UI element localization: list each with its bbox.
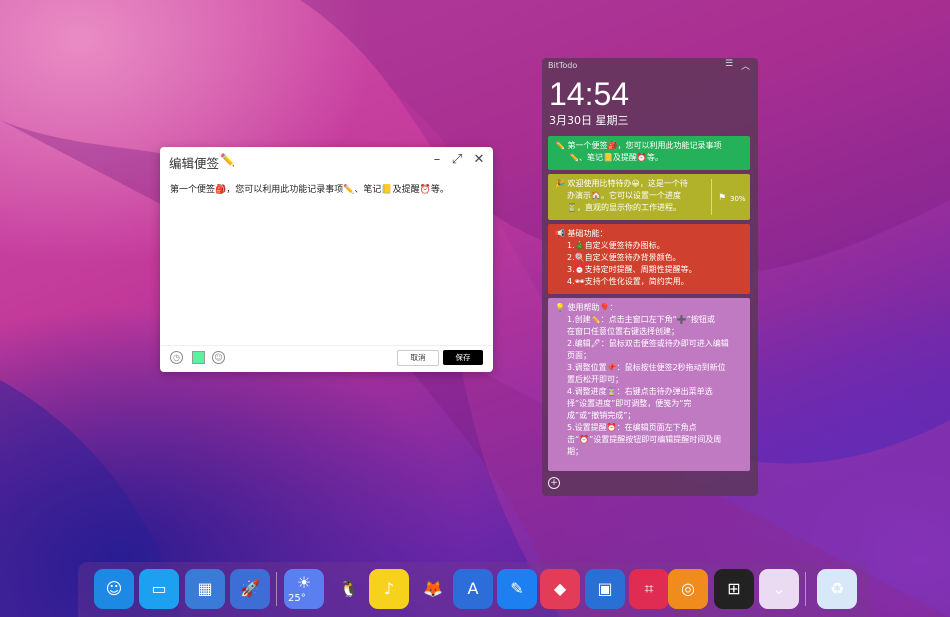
title-bar[interactable]: 编辑便签 ✏️ – ⤢ ✕: [160, 147, 493, 175]
power-icon[interactable]: ◎: [668, 569, 708, 609]
todo-card[interactable]: 💡 使用帮助🎈： 1.创建✏️：点击主窗口左下角“➕”按钮或 在窗口任意位置右键…: [548, 298, 750, 471]
appstore-icon[interactable]: A: [453, 569, 493, 609]
launchpad-icon[interactable]: ▦: [185, 569, 225, 609]
todo-card[interactable]: 📢 基础功能： 1.🎄自定义便签待办图标。 2.🍭自定义便签待办背景颜色。 3.…: [548, 224, 750, 294]
chip-icon[interactable]: ▣: [585, 569, 625, 609]
progress-indicator: ⚑ 30%: [711, 179, 750, 215]
todo-card[interactable]: 🎉 欢迎使用比特待办😀，这是一个待 办演示🏠。它可以设置一个进度 ⏳，直观的显示…: [548, 174, 750, 220]
pencil-icon: ✏️: [220, 153, 235, 167]
add-todo-button[interactable]: +: [548, 477, 560, 489]
card-text: 📢 基础功能： 1.🎄自定义便签待办图标。 2.🍭自定义便签待办背景颜色。 3.…: [555, 229, 697, 286]
firefox-icon[interactable]: 🦊: [413, 569, 453, 609]
recycle-bin-icon[interactable]: ♻: [817, 569, 857, 609]
weather-temp-label: 25°: [288, 593, 306, 604]
finder-icon[interactable]: ☺: [94, 569, 134, 609]
maximize-button[interactable]: ⤢: [449, 152, 465, 167]
weather-icon[interactable]: ☀ 25°: [284, 569, 324, 609]
rocket-icon[interactable]: 🚀: [230, 569, 270, 609]
window-title: 编辑便签: [169, 156, 220, 171]
save-button[interactable]: 保存: [443, 350, 483, 365]
dock-separator: [276, 572, 277, 606]
emoji-icon[interactable]: ☺: [212, 351, 225, 364]
download-icon[interactable]: ⌄: [759, 569, 799, 609]
collapse-icon[interactable]: ︿: [741, 59, 750, 72]
windows-icon[interactable]: ⊞: [714, 569, 754, 609]
dock: ☺ ▭ ▦ 🚀 ☀ 25° 🐧 ♪ 🦊 A ✎ ◆ ▣ ⌗ ◎ ⊞ ⌄ ♻: [78, 562, 869, 617]
cancel-button[interactable]: 取消: [397, 350, 439, 366]
clock-time: 14:54: [549, 76, 630, 112]
screenshot-icon[interactable]: ◆: [540, 569, 580, 609]
notes-pen-icon[interactable]: ✎: [497, 569, 537, 609]
bittodo-panel: BitTodo ☰ ︿ 14:54 3月30日 星期三 ✏️ 第一个便签🎒，您可…: [542, 58, 758, 496]
note-content-editor[interactable]: 第一个便签🎒，您可以利用此功能记录事项✏️、笔记📒及提醒⏰等。: [170, 184, 485, 196]
reminder-clock-icon[interactable]: ◷: [170, 351, 183, 364]
music-icon[interactable]: ♪: [369, 569, 409, 609]
clock-date: 3月30日 星期三: [549, 114, 629, 127]
card-text: 💡 使用帮助🎈： 1.创建✏️：点击主窗口左下角“➕”按钮或 在窗口任意位置右键…: [555, 303, 729, 456]
dock-separator: [805, 572, 806, 606]
card-text: ✏️ 第一个便签🎒，您可以利用此功能记录事项 ✏️、笔记📒及提醒⏰等。: [555, 141, 722, 162]
editor-footer: ◷ ☺ 取消 保存: [160, 345, 493, 370]
background-color-swatch[interactable]: [192, 351, 205, 364]
qq-icon[interactable]: 🐧: [329, 569, 369, 609]
todo-card[interactable]: ✏️ 第一个便签🎒，您可以利用此功能记录事项 ✏️、笔记📒及提醒⏰等。: [548, 136, 750, 170]
desktop-icon[interactable]: ▭: [139, 569, 179, 609]
card-text: 🎉 欢迎使用比特待办😀，这是一个待 办演示🏠。它可以设置一个进度 ⏳，直观的显示…: [555, 179, 688, 212]
edit-note-window: 编辑便签 ✏️ – ⤢ ✕ 第一个便签🎒，您可以利用此功能记录事项✏️、笔记📒及…: [160, 147, 493, 372]
minimize-button[interactable]: –: [429, 152, 445, 167]
progress-value: 30%: [730, 195, 746, 203]
menu-icon[interactable]: ☰: [725, 59, 733, 69]
app-name: BitTodo: [548, 61, 578, 70]
close-button[interactable]: ✕: [471, 152, 487, 167]
crop-icon[interactable]: ⌗: [629, 569, 669, 609]
flag-icon: ⚑: [718, 193, 727, 203]
